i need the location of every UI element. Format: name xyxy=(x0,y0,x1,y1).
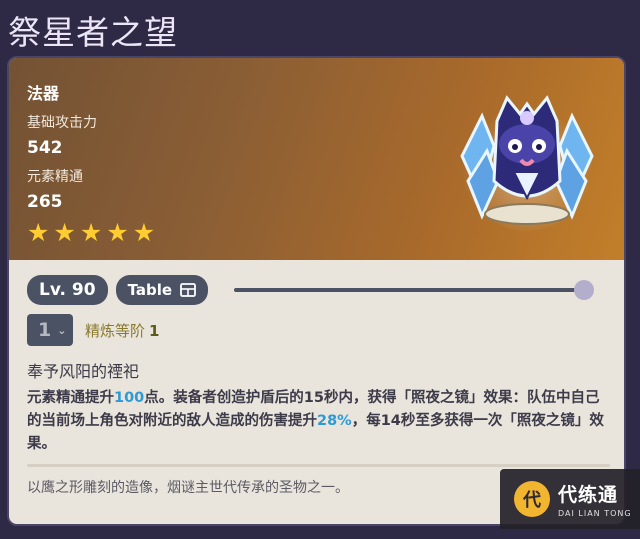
refine-label: 精炼等阶 1 xyxy=(85,320,159,341)
page-title: 祭星者之望 xyxy=(8,13,178,52)
star-icon: ★ xyxy=(79,218,103,247)
passive-name: 奉予风阳的禋祀 xyxy=(27,362,140,381)
weapon-header: 法器 基础攻击力 542 元素精通 265 ★ ★ ★ ★ ★ xyxy=(9,58,624,260)
star-icon: ★ xyxy=(53,218,76,247)
watermark-en: DAI LIAN TONG xyxy=(558,509,632,518)
refine-select[interactable]: 1 ⌄ xyxy=(27,314,73,346)
weapon-art-icon xyxy=(460,95,594,231)
chevron-down-icon: ⌄ xyxy=(57,323,67,337)
watermark: 代 代练通 DAI LIAN TONG xyxy=(500,469,640,529)
level-badge[interactable]: Lv. 90 xyxy=(27,275,108,305)
refine-label-text: 精炼等阶 xyxy=(85,321,146,340)
star-icon: ★ xyxy=(132,218,156,247)
watermark-cn: 代练通 xyxy=(558,484,619,506)
refine-select-value: 1 xyxy=(38,319,52,341)
slider-thumb[interactable] xyxy=(574,280,595,300)
refine-level: 1 xyxy=(149,321,160,340)
passive-highlight-2: 28% xyxy=(317,413,352,429)
passive-description: 元素精通提升100点。装备者创造护盾后的15秒内，获得「照夜之镜」效果：队伍中自… xyxy=(27,387,612,456)
table-button-label: Table xyxy=(127,281,173,299)
table-button[interactable]: Table xyxy=(115,275,209,305)
watermark-logo-icon: 代 xyxy=(514,481,550,517)
star-icon: ★ xyxy=(106,218,129,247)
star-icon: ★ xyxy=(27,218,50,247)
table-icon xyxy=(180,283,196,297)
weapon-card: 法器 基础攻击力 542 元素精通 265 ★ ★ ★ ★ ★ Lv. 90 T… xyxy=(7,56,626,526)
watermark-text: 代练通 DAI LIAN TONG xyxy=(558,480,632,518)
passive-highlight-1: 100 xyxy=(114,390,145,406)
slider-track xyxy=(234,288,585,292)
weapon-details: Lv. 90 Table 1 ⌄ 精炼等阶 1 奉予风阳的禋祀 元素精通提升10… xyxy=(9,260,624,497)
level-slider[interactable] xyxy=(234,275,595,305)
divider xyxy=(27,464,610,467)
passive-desc-part-1: 元素精通提升 xyxy=(27,390,114,406)
